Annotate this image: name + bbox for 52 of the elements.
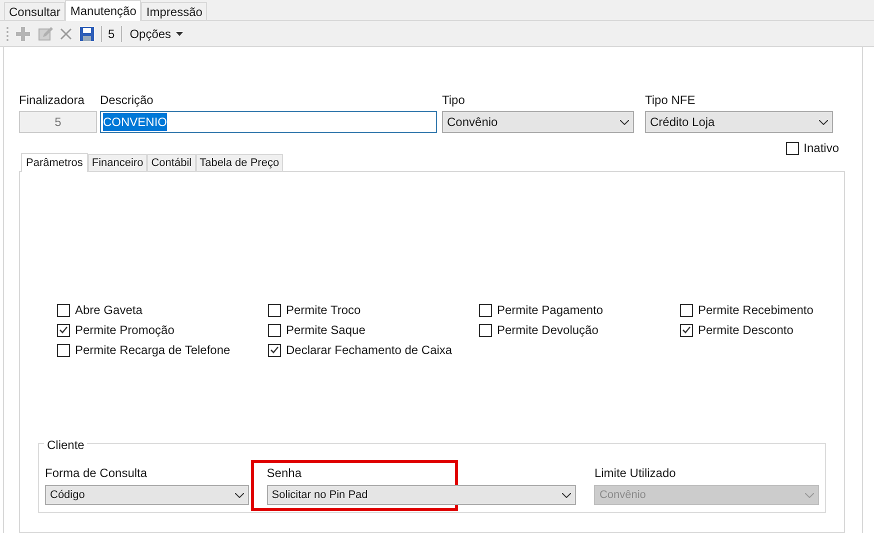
field-label: Forma de Consulta [45,465,148,482]
checkbox[interactable] [268,304,281,316]
dropdown[interactable]: Solicitar no Pin Pad [266,485,576,505]
caret-icon [562,492,572,498]
caret-icon [234,492,244,498]
checkbox[interactable] [57,344,70,356]
options-menu[interactable]: Opções [128,24,186,42]
tab[interactable]: Contábil [147,154,196,171]
checkbox[interactable] [268,344,281,356]
tab[interactable]: Manutenção [65,0,142,21]
checkbox-label: Abre Gaveta [75,302,142,319]
checkbox[interactable] [786,142,799,154]
caret-icon [819,120,828,124]
checkbox[interactable] [268,324,281,336]
checkbox-label: Permite Recebimento [698,302,814,319]
tipo-nfe-dropdown[interactable]: Crédito Loja [645,111,833,133]
field-label: Tipo [442,92,466,109]
field-label: Descrição [100,92,154,109]
checkbox[interactable] [479,304,492,316]
checkbox-label: Permite Desconto [698,322,794,339]
checkbox[interactable] [680,304,693,316]
checkbox-label: Permite Pagamento [497,302,604,319]
tab[interactable]: Impressão [141,2,208,20]
field-label: Senha [266,465,302,482]
checkbox-label: Permite Promoção [75,322,174,339]
finalizadora-field[interactable]: 5 [19,111,97,133]
save-icon[interactable] [79,26,95,42]
tab[interactable]: Tabela de Preço [196,154,284,171]
checkbox[interactable] [57,324,70,336]
checkbox-label: Permite Recarga de Telefone [75,342,230,359]
checkbox[interactable] [57,304,70,316]
record-count: 5 [108,26,115,42]
caret-icon [620,120,629,124]
dropdown[interactable]: Código [45,485,249,505]
tab[interactable]: Consultar [4,2,66,20]
checkbox-label: Declarar Fechamento de Caixa [286,342,452,359]
tab[interactable]: Parâmetros [21,153,88,172]
caret-icon [176,32,184,36]
toolbar-grip-icon[interactable] [6,26,9,42]
checkbox-label: Permite Saque [286,322,366,339]
caret-icon [805,492,814,498]
checkbox-label: Permite Devolução [497,322,598,339]
checkbox-label: Permite Troco [286,302,361,319]
field-label: Tipo NFE [645,92,696,109]
tipo-dropdown[interactable]: Convênio [442,111,634,133]
tab[interactable]: Financeiro [88,154,148,171]
field-label: Limite Utilizado [594,465,677,482]
checkbox[interactable] [479,324,492,336]
description-field[interactable]: CONVENIO [100,111,437,133]
checkbox-label: Inativo [804,140,839,157]
field-label: Finalizadora [19,92,86,109]
checkbox[interactable] [680,324,693,336]
